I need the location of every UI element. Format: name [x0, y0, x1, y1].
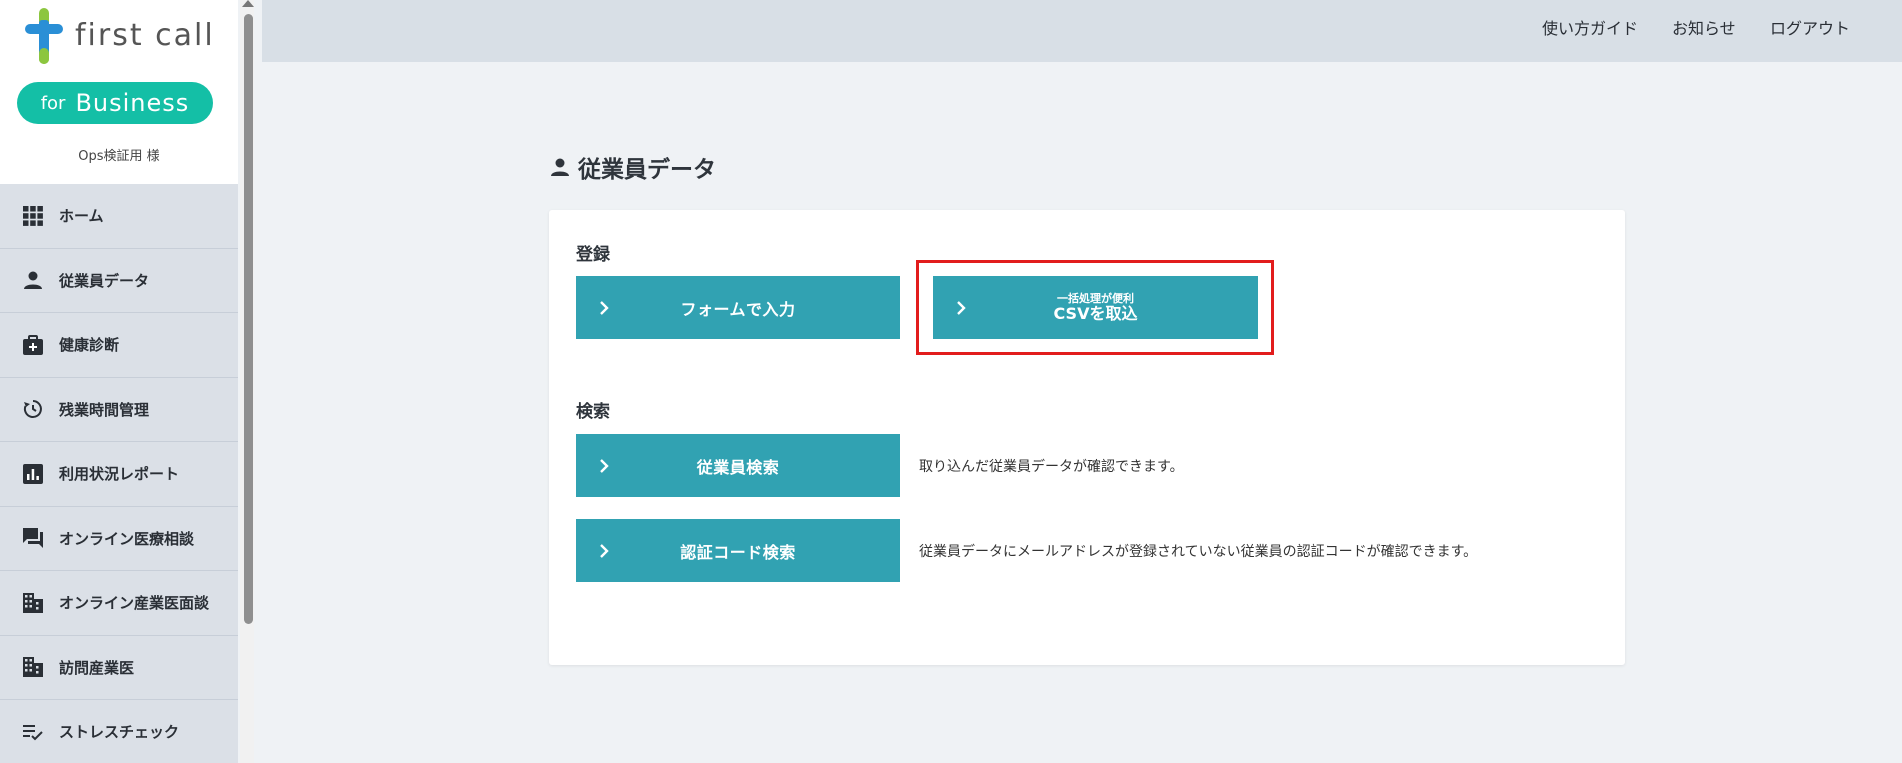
brand-area: first call for Business Ops検証用 様 [0, 0, 238, 184]
business-badge: for Business [17, 82, 213, 124]
form-input-button-label: フォームで入力 [680, 299, 796, 319]
sidebar-scrollbar-thumb[interactable] [244, 14, 253, 624]
chevron-right-icon [600, 458, 609, 473]
sidebar-item-visiting-doctor[interactable]: 訪問産業医 [0, 636, 238, 700]
history-icon [22, 398, 44, 420]
sidebar-item-online-occupational[interactable]: オンライン産業医面談 [0, 571, 238, 636]
page-title: 従業員データ [550, 150, 716, 184]
building-icon [22, 592, 44, 614]
business-badge-for: for [40, 92, 66, 114]
employee-search-button[interactable]: 従業員検索 [576, 434, 900, 497]
csv-import-button[interactable]: 一括処理が便利 CSVを取込 [933, 276, 1258, 339]
sidebar-item-label: 健康診断 [59, 336, 120, 355]
auth-code-search-button[interactable]: 認証コード検索 [576, 519, 900, 582]
chat-icon [22, 527, 44, 549]
top-header: 使い方ガイド お知らせ ログアウト [262, 0, 1902, 62]
sidebar-item-label: オンライン産業医面談 [59, 594, 210, 613]
sidebar-item-label: 利用状況レポート [59, 465, 180, 484]
logo-text: first call [75, 18, 215, 53]
csv-import-button-labels: 一括処理が便利 CSVを取込 [1053, 291, 1138, 323]
sidebar: first call for Business Ops検証用 様 ホーム 従業員… [0, 0, 238, 763]
sidebar-item-label: ホーム [59, 207, 104, 226]
sidebar-nav: ホーム 従業員データ 健康診断 残業時間管理 利用状況レポート オンライン医療相… [0, 184, 238, 763]
chevron-right-icon [600, 300, 609, 315]
business-badge-name: Business [75, 89, 190, 117]
sidebar-item-label: 残業時間管理 [59, 400, 150, 419]
scroll-up-arrow-icon[interactable] [242, 0, 254, 7]
news-link[interactable]: お知らせ [1672, 15, 1736, 39]
sidebar-item-online-consult[interactable]: オンライン医療相談 [0, 507, 238, 571]
checklist-icon [22, 721, 44, 743]
register-section-label: 登録 [576, 245, 610, 265]
logout-link[interactable]: ログアウト [1770, 15, 1850, 39]
guide-link[interactable]: 使い方ガイド [1542, 15, 1638, 39]
building-icon [22, 656, 44, 678]
employee-search-button-label: 従業員検索 [696, 457, 780, 477]
page-title-text: 従業員データ [578, 157, 716, 183]
sidebar-item-label: 従業員データ [59, 271, 150, 290]
bar-chart-icon [22, 463, 44, 485]
sidebar-item-label: オンライン医療相談 [59, 529, 195, 548]
medical-bag-icon [22, 334, 44, 356]
search-section-label: 検索 [576, 402, 610, 422]
sidebar-item-stress-check[interactable]: ストレスチェック [0, 700, 238, 763]
sidebar-item-employee-data[interactable]: 従業員データ [0, 249, 238, 313]
person-icon [551, 158, 569, 176]
auth-code-search-description: 従業員データにメールアドレスが登録されていない従業員の認証コードが確認できます。 [919, 544, 1478, 560]
sidebar-item-overtime[interactable]: 残業時間管理 [0, 378, 238, 442]
person-icon [22, 269, 44, 291]
sidebar-item-label: ストレスチェック [59, 723, 180, 742]
employee-data-card: 登録 フォームで入力 一括処理が便利 CSVを取込 検索 従業員検索 取り込んだ… [549, 210, 1625, 665]
grid-icon [22, 205, 44, 227]
sidebar-item-home[interactable]: ホーム [0, 184, 238, 249]
csv-import-main-label: CSVを取込 [1053, 303, 1138, 323]
sidebar-item-health-check[interactable]: 健康診断 [0, 313, 238, 378]
logo-cross-icon [25, 8, 63, 64]
csv-import-sub-label: 一括処理が便利 [1056, 291, 1134, 305]
sidebar-item-usage-report[interactable]: 利用状況レポート [0, 442, 238, 507]
form-input-button[interactable]: フォームで入力 [576, 276, 900, 339]
company-name: Ops検証用 様 [78, 149, 160, 164]
chevron-right-icon [957, 300, 966, 315]
sidebar-item-label: 訪問産業医 [59, 658, 135, 677]
chevron-right-icon [600, 543, 609, 558]
employee-search-description: 取り込んだ従業員データが確認できます。 [919, 459, 1184, 475]
auth-code-search-button-label: 認証コード検索 [680, 542, 796, 562]
